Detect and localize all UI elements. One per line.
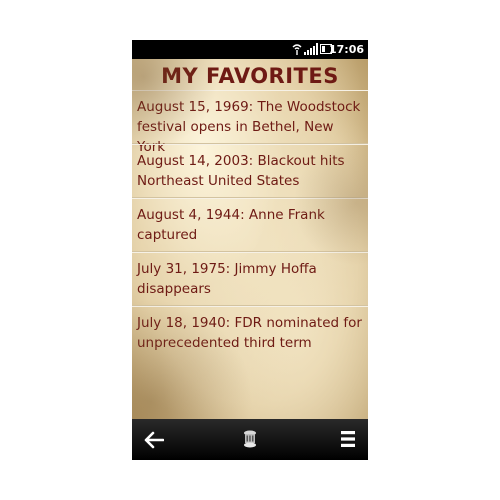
- status-bar: 17:06: [132, 40, 368, 59]
- back-arrow-icon[interactable]: [144, 431, 164, 449]
- app-icon[interactable]: [242, 429, 258, 449]
- list-item-label: August 4, 1944: Anne Frank captured: [137, 207, 325, 243]
- list-item-label: August 14, 2003: Blackout hits Northeast…: [137, 153, 345, 189]
- favorites-page: MY FAVORITES August 15, 1969: The Woodst…: [132, 59, 368, 419]
- list-item-label: July 31, 1975: Jimmy Hoffa disappears: [137, 261, 317, 297]
- list-item[interactable]: August 4, 1944: Anne Frank captured: [132, 198, 368, 252]
- list-item-label: July 18, 1940: FDR nominated for unprece…: [137, 315, 362, 351]
- favorites-list: August 15, 1969: The Woodstock festival …: [132, 90, 368, 360]
- list-item[interactable]: August 14, 2003: Blackout hits Northeast…: [132, 144, 368, 198]
- list-item[interactable]: August 15, 1969: The Woodstock festival …: [132, 90, 368, 155]
- phone-screen: 17:06 MY FAVORITES August 15, 1969: The …: [132, 40, 368, 460]
- wifi-icon: [292, 44, 302, 55]
- signal-icon: [304, 43, 318, 55]
- bottom-toolbar: [132, 419, 368, 460]
- status-time: 17:06: [328, 43, 364, 56]
- list-item[interactable]: July 31, 1975: Jimmy Hoffa disappears: [132, 252, 368, 306]
- list-item[interactable]: July 18, 1940: FDR nominated for unprece…: [132, 306, 368, 360]
- menu-icon[interactable]: [340, 430, 356, 448]
- page-title: MY FAVORITES: [161, 64, 339, 88]
